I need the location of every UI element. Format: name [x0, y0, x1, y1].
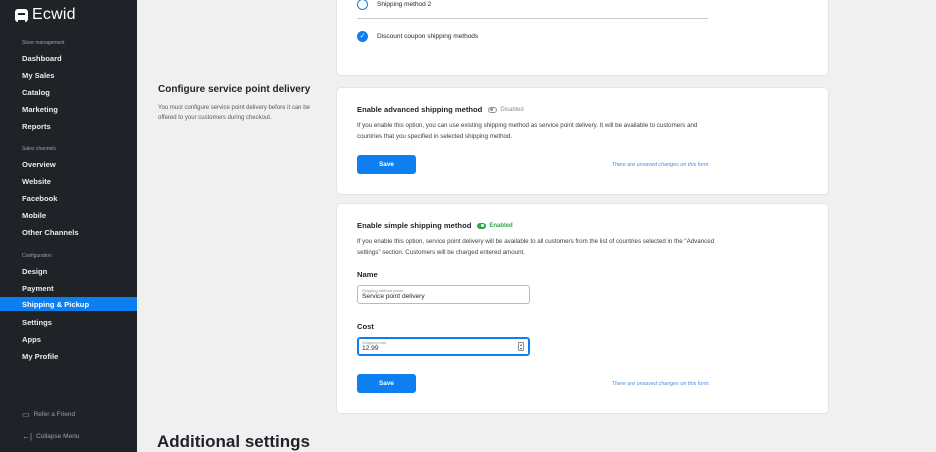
- shipping-cost-field[interactable]: Shipping cost 12.99 ▴ ▾: [357, 337, 530, 356]
- section-store-management: Store management: [22, 40, 65, 46]
- unsaved-changes-note: There are unsaved changes on this form.: [611, 162, 710, 168]
- sidebar-item-website[interactable]: Website: [0, 174, 137, 188]
- shipping-method-name-field[interactable]: Shipping method name Service point deliv…: [357, 285, 530, 304]
- radio-unchecked-icon: [357, 0, 368, 10]
- section-sales-channels: Sales channels: [22, 146, 56, 152]
- sidebar-item-my-sales[interactable]: My Sales: [0, 68, 137, 82]
- simple-shipping-card: Enable simple shipping method Enabled If…: [337, 204, 828, 413]
- advanced-shipping-title: Enable advanced shipping method: [357, 105, 483, 114]
- collapse-arrow-icon: ←|: [22, 432, 33, 441]
- sidebar-item-shipping-pickup[interactable]: Shipping & Pickup: [0, 297, 137, 311]
- advanced-shipping-title-row: Enable advanced shipping method Disabled: [357, 105, 524, 114]
- sidebar-item-payment[interactable]: Payment: [0, 281, 137, 295]
- save-button[interactable]: Save: [357, 155, 416, 174]
- simple-shipping-description: If you enable this option, service point…: [357, 238, 715, 256]
- status-badge: Enabled: [489, 222, 513, 229]
- unsaved-changes-note: There are unsaved changes on this form.: [611, 381, 710, 387]
- sidebar-item-marketing[interactable]: Marketing: [0, 102, 137, 116]
- simple-shipping-title: Enable simple shipping method: [357, 221, 472, 230]
- sidebar-item-other-channels[interactable]: Other Channels: [0, 225, 137, 239]
- section-configuration: Configuration: [22, 253, 52, 259]
- sidebar-item-design[interactable]: Design: [0, 264, 137, 278]
- simple-shipping-title-row: Enable simple shipping method Enabled: [357, 221, 513, 230]
- refer-a-friend-label: Refer a Friend: [33, 411, 76, 418]
- sidebar-item-apps[interactable]: Apps: [0, 332, 137, 346]
- additional-settings-heading: Additional settings: [157, 432, 310, 451]
- service-point-description: You must configure service point deliver…: [158, 105, 310, 121]
- sidebar-item-reports[interactable]: Reports: [0, 119, 137, 133]
- collapse-menu-button[interactable]: ←| Collapse Menu: [22, 432, 79, 441]
- sidebar: Ecwid Store management Dashboard My Sale…: [0, 0, 137, 452]
- advanced-shipping-description: If you enable this option, you can use e…: [357, 122, 698, 140]
- option-label: Shipping method 2: [377, 1, 432, 8]
- option-label: Discount coupon shipping methods: [377, 33, 479, 40]
- field-value: Service point delivery: [362, 293, 425, 300]
- status-badge: Disabled: [500, 106, 524, 113]
- service-point-heading: Configure service point delivery: [158, 84, 311, 95]
- advanced-shipping-card: Enable advanced shipping method Disabled…: [337, 88, 828, 194]
- option-shipping-method-2[interactable]: Shipping method 2: [357, 0, 431, 10]
- sidebar-item-my-profile[interactable]: My Profile: [0, 349, 137, 363]
- radio-checked-icon: ✓: [357, 31, 368, 42]
- simple-shipping-toggle[interactable]: Enabled: [477, 222, 513, 229]
- sidebar-item-settings[interactable]: Settings: [0, 315, 137, 329]
- sidebar-item-catalog[interactable]: Catalog: [0, 85, 137, 99]
- field-value: 12.99: [362, 345, 379, 352]
- sidebar-item-facebook[interactable]: Facebook: [0, 191, 137, 205]
- ecwid-logo-icon: [15, 8, 28, 22]
- shipping-methods-card: Shipping method 2 ✓ Discount coupon ship…: [337, 0, 828, 75]
- divider: [357, 18, 708, 19]
- ecwid-logo[interactable]: Ecwid: [15, 4, 76, 26]
- toggle-off-icon: [488, 106, 498, 113]
- logo-text: Ecwid: [32, 6, 76, 23]
- number-stepper-icon[interactable]: ▴ ▾: [518, 342, 524, 351]
- gift-icon: ▭: [22, 410, 30, 419]
- advanced-shipping-toggle[interactable]: Disabled: [488, 106, 524, 113]
- refer-a-friend-link[interactable]: ▭ Refer a Friend: [22, 410, 75, 419]
- toggle-on-icon: [477, 222, 487, 229]
- collapse-menu-label: Collapse Menu: [36, 433, 80, 440]
- option-discount-coupon[interactable]: ✓ Discount coupon shipping methods: [357, 31, 478, 42]
- sidebar-item-dashboard[interactable]: Dashboard: [0, 51, 137, 65]
- sidebar-item-mobile[interactable]: Mobile: [0, 208, 137, 222]
- sidebar-item-overview[interactable]: Overview: [0, 157, 137, 171]
- save-button[interactable]: Save: [357, 374, 416, 393]
- name-label: Name: [357, 270, 378, 279]
- cost-label: Cost: [357, 322, 374, 331]
